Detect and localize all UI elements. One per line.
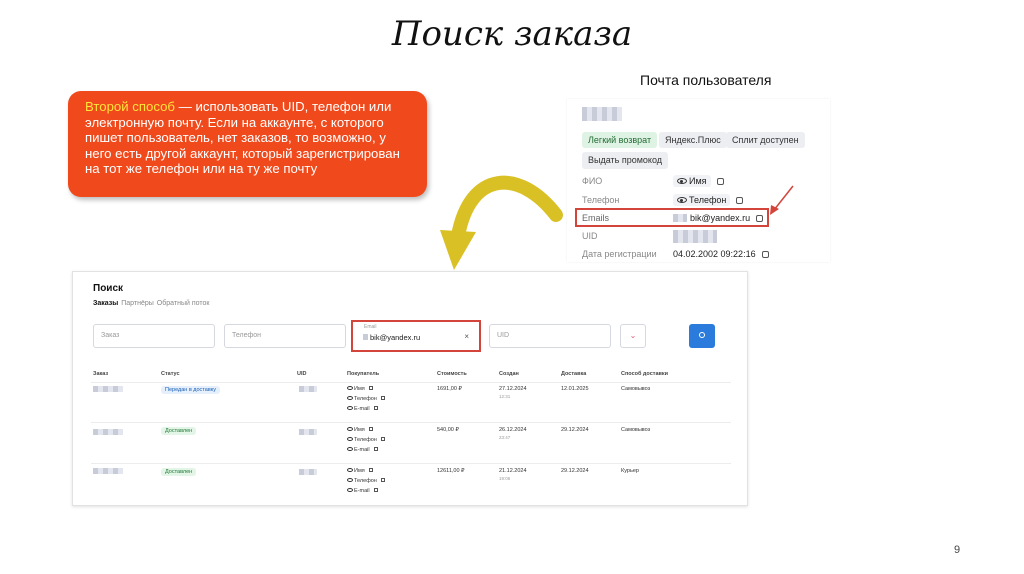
clear-icon[interactable]: × (464, 332, 469, 341)
created-cell: 26.12.2024 (499, 427, 527, 433)
cost-cell: 1691,00 ₽ (437, 386, 462, 392)
search-button[interactable] (689, 324, 715, 348)
status-badge: Передан в доставку (161, 386, 220, 394)
search-icon (699, 332, 705, 338)
col-delivery: Доставка (561, 371, 587, 377)
uid-input[interactable]: UID (489, 324, 611, 348)
order-id-blurred[interactable] (93, 468, 123, 474)
uid-blurred (299, 429, 317, 435)
col-method: Способ доставки (621, 371, 669, 377)
email-input-value: bik@yandex.ru (370, 333, 421, 342)
chevron-down-icon[interactable]: ⌄ (620, 324, 646, 348)
col-cost: Стоимость (437, 371, 467, 377)
email-input[interactable]: Email bik@yandex.ru × (351, 320, 481, 352)
created-time: 12:31 (499, 394, 511, 399)
created-cell: 21.12.2024 (499, 468, 527, 474)
search-tabs: Заказы Партнёры Обратный поток (93, 300, 209, 307)
page-number: 9 (954, 544, 961, 556)
col-created: Создан (499, 371, 519, 377)
status-badge: Доставлен (161, 468, 197, 476)
col-buyer: Покупатель (347, 371, 380, 377)
buyer-cell[interactable]: Имя Телефон E-mail (347, 425, 385, 455)
delivery-cell: 29.12.2024 (561, 427, 589, 433)
uid-blurred (299, 386, 317, 392)
cost-cell: 540,00 ₽ (437, 427, 459, 433)
tab-partners[interactable]: Партнёры (121, 300, 154, 307)
delivery-cell: 12.01.2025 (561, 386, 589, 392)
delivery-cell: 29.12.2024 (561, 468, 589, 474)
phone-input[interactable]: Телефон (224, 324, 346, 348)
col-status: Статус (161, 371, 180, 377)
tab-return-flow[interactable]: Обратный поток (157, 300, 210, 307)
order-input[interactable]: Заказ (93, 324, 215, 348)
buyer-cell[interactable]: Имя Телефон E-mail (347, 384, 385, 414)
created-time: 19:06 (499, 476, 511, 481)
tab-orders[interactable]: Заказы (93, 300, 118, 307)
buyer-cell[interactable]: Имя Телефон E-mail (347, 466, 385, 496)
search-title: Поиск (93, 283, 124, 294)
col-order: Заказ (93, 371, 109, 377)
created-cell: 27.12.2024 (499, 386, 527, 392)
method-cell: Самовывоз (621, 386, 651, 392)
order-id-blurred[interactable] (93, 386, 123, 392)
status-badge: Доставлен (161, 427, 197, 435)
created-time: 23:47 (499, 435, 511, 440)
uid-blurred (299, 469, 317, 475)
method-cell: Курьер (621, 468, 639, 474)
method-cell: Самовывоз (621, 427, 651, 433)
col-uid: UID (297, 371, 307, 377)
cost-cell: 12611,00 ₽ (437, 468, 465, 474)
search-screen: Поиск Заказы Партнёры Обратный поток Зак… (72, 271, 748, 506)
order-id-blurred[interactable] (93, 429, 123, 435)
email-input-label: Email (364, 324, 377, 330)
